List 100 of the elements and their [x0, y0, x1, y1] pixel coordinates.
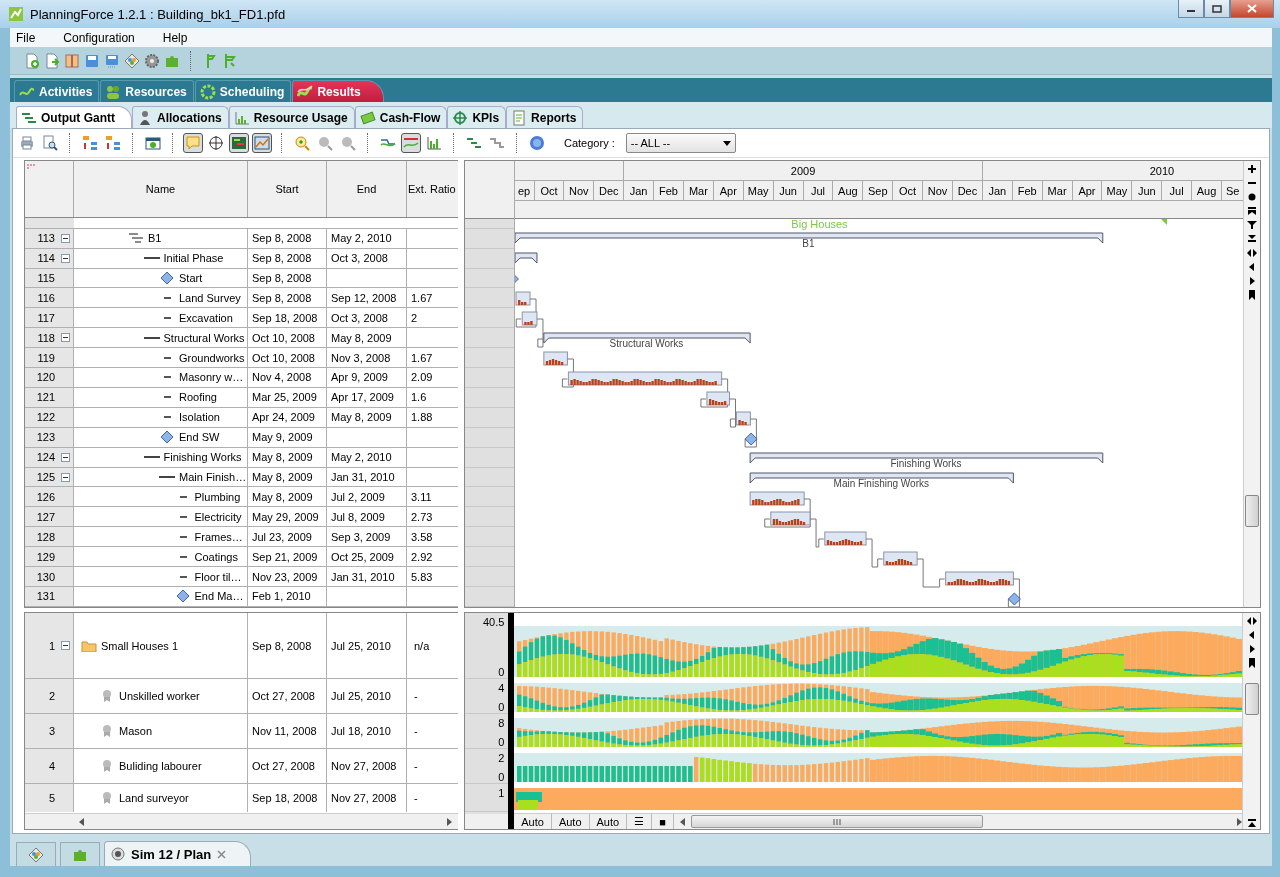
- scrollbar-thumb[interactable]: [1245, 495, 1260, 527]
- row-number: 122: [35, 411, 55, 424]
- tab[interactable]: Allocations: [132, 106, 229, 128]
- tab[interactable]: Cash-Flow: [354, 106, 448, 128]
- month-label: Jun: [1132, 181, 1163, 200]
- task-name: Unskilled worker: [119, 690, 200, 702]
- task-name: Buliding labourer: [119, 760, 202, 772]
- axis-min-label: 0: [498, 736, 505, 748]
- ratio-value: -: [414, 760, 418, 772]
- ratio-value: 1.67: [411, 351, 433, 364]
- menu-item[interactable]: File: [10, 30, 58, 45]
- save-icon[interactable]: [84, 52, 100, 69]
- bar-label: B1: [802, 238, 815, 249]
- task-name: Small Houses 1: [101, 639, 179, 652]
- help-button[interactable]: [527, 133, 547, 153]
- tree-down-button[interactable]: [80, 133, 100, 153]
- axis-min-label: 0: [498, 771, 505, 783]
- tab[interactable]: Resource Usage: [228, 106, 355, 128]
- month-label: Mar: [1042, 181, 1073, 200]
- summary-bar[interactable]: [514, 252, 537, 264]
- comment-button[interactable]: [183, 133, 203, 153]
- scrollbar-thumb[interactable]: [690, 815, 983, 828]
- tab[interactable]: Output Gantt: [16, 106, 132, 128]
- task-name: Groundworks: [179, 351, 245, 364]
- scrollbar-thumb[interactable]: [1245, 683, 1260, 715]
- start-date: Sep 8, 2008: [252, 271, 312, 284]
- task-bar[interactable]: [521, 311, 537, 326]
- tab[interactable]: Sim 12 / Plan: [104, 841, 252, 866]
- tree-up-button[interactable]: [103, 133, 123, 153]
- ratio-value: 2: [411, 311, 418, 324]
- month-label: Oct: [893, 181, 924, 200]
- gear-icon: [199, 83, 216, 100]
- task-bar[interactable]: [944, 571, 1014, 586]
- collapse-icon[interactable]: [61, 641, 70, 650]
- tab[interactable]: Results: [292, 80, 384, 102]
- axis-min-label: 0: [498, 666, 505, 678]
- tab[interactable]: Resources: [100, 80, 194, 102]
- row-number: 4: [47, 760, 55, 772]
- task-bar[interactable]: [542, 351, 568, 366]
- report-icon: [511, 109, 528, 126]
- menu-item[interactable]: Help: [156, 30, 210, 45]
- task-bar[interactable]: [882, 551, 918, 566]
- collapse-icon[interactable]: [61, 452, 70, 462]
- print-preview-button[interactable]: [40, 133, 60, 153]
- milestone-diamond[interactable]: [744, 432, 758, 446]
- save-as-icon[interactable]: [104, 52, 120, 69]
- radio-icon: [111, 847, 125, 861]
- line-chart-button[interactable]: [252, 133, 272, 153]
- milestone-diamond[interactable]: [1007, 592, 1021, 606]
- collapse-icon[interactable]: [61, 333, 70, 343]
- start-date: Nov 23, 2009: [252, 570, 318, 583]
- line-chart-button[interactable]: [401, 133, 421, 153]
- tree-down-icon: [82, 135, 98, 151]
- settings-icon[interactable]: [144, 52, 160, 69]
- tab[interactable]: [16, 842, 56, 866]
- row-number: 116: [36, 291, 55, 304]
- diamond-icon[interactable]: [124, 52, 140, 69]
- tab[interactable]: Scheduling: [194, 80, 292, 102]
- diamond-icon: [174, 590, 191, 603]
- collapse-icon[interactable]: [61, 233, 70, 243]
- zoom-in-button[interactable]: [292, 133, 312, 153]
- open-file-icon[interactable]: [44, 52, 60, 69]
- month-label: Aug: [1192, 181, 1222, 200]
- tab[interactable]: Activities: [14, 80, 100, 102]
- task-bar[interactable]: [567, 371, 722, 386]
- month-label: Jan: [982, 181, 1013, 200]
- end-date: Jan 31, 2010: [331, 471, 395, 483]
- gantt-button[interactable]: [229, 133, 249, 153]
- crosshair-button[interactable]: [206, 133, 226, 153]
- task-bar[interactable]: [705, 391, 730, 406]
- horizontal-scrollbar[interactable]: [25, 813, 458, 829]
- column-header[interactable]: Name: [74, 161, 248, 217]
- book-icon[interactable]: [64, 52, 80, 69]
- maximize-icon: [1212, 4, 1222, 13]
- left-arrow-icon: [79, 817, 84, 826]
- month-label: May: [1102, 181, 1133, 200]
- menu-item[interactable]: Configuration: [57, 30, 157, 45]
- ratio-value: -: [414, 690, 418, 702]
- column-header[interactable]: End: [327, 161, 407, 217]
- axis-min-label: 0: [498, 701, 505, 713]
- maximize-button[interactable]: [1204, 0, 1230, 18]
- collapse-icon[interactable]: [61, 253, 70, 263]
- category-dropdown[interactable]: -- ALL --: [625, 133, 736, 153]
- minimize-button[interactable]: [1178, 0, 1204, 18]
- task-name: Start: [179, 271, 203, 284]
- collapse-icon[interactable]: [61, 472, 70, 482]
- close-button[interactable]: [1230, 0, 1274, 18]
- task-bar[interactable]: [769, 511, 811, 526]
- column-header[interactable]: Start: [248, 161, 327, 217]
- month-label: May: [743, 181, 774, 200]
- task-bar[interactable]: [749, 491, 805, 506]
- calendar-icon: [145, 135, 161, 151]
- new-file-icon[interactable]: [24, 52, 40, 69]
- start-date: May 8, 2009: [252, 490, 313, 503]
- task-bar[interactable]: [823, 531, 867, 546]
- column-header[interactable]: Ext. Ratio: [407, 161, 458, 217]
- month-label: Feb: [654, 181, 684, 200]
- tab[interactable]: KPIs: [447, 106, 507, 128]
- task-bar[interactable]: [515, 291, 530, 306]
- tab[interactable]: Reports: [506, 106, 584, 128]
